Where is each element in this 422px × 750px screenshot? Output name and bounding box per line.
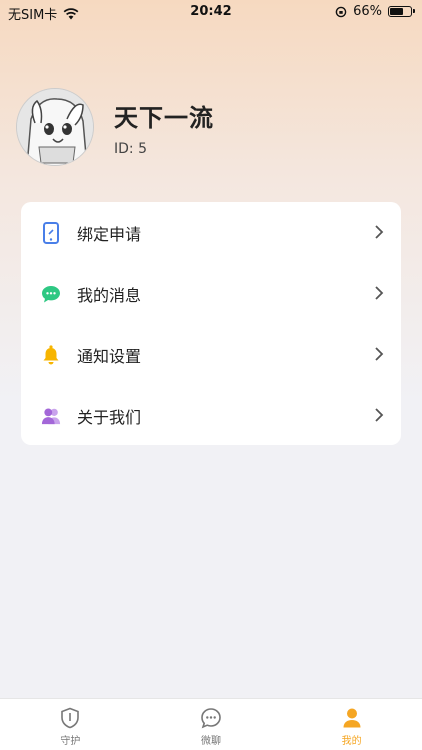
- status-bar: 无SIM卡 20:42 66%: [0, 0, 422, 24]
- bottom-tab-bar: 守护 微聊 我的: [0, 698, 422, 750]
- chat-icon: [201, 708, 221, 729]
- bell-icon: [41, 343, 61, 367]
- tab-label: 守护: [60, 736, 81, 747]
- tab-guard[interactable]: 守护: [0, 699, 141, 750]
- menu-label: 我的消息: [77, 285, 142, 305]
- status-right: 66%: [335, 4, 415, 19]
- menu-card: 绑定申请 我的消息 通知设置 关于我们: [21, 202, 401, 445]
- battery-icon: [388, 6, 415, 17]
- menu-item-about-us[interactable]: 关于我们: [21, 385, 401, 446]
- chevron-right-icon: [375, 408, 384, 422]
- tab-mine[interactable]: 我的: [281, 699, 422, 750]
- chevron-right-icon: [375, 347, 384, 361]
- users-icon: [41, 404, 61, 428]
- chat-bubble-icon: [41, 282, 61, 306]
- shield-icon: [61, 707, 80, 729]
- menu-label: 绑定申请: [77, 224, 142, 244]
- avatar[interactable]: [16, 88, 94, 166]
- profile-name: 天下一流: [114, 103, 214, 132]
- avatar-image: [17, 89, 93, 165]
- profile-text: 天下一流 ID: 5: [114, 98, 214, 157]
- battery-percent: 66%: [353, 4, 382, 19]
- chevron-right-icon: [375, 225, 384, 239]
- battery-fill: [390, 8, 403, 15]
- menu-item-bind-request[interactable]: 绑定申请: [21, 202, 401, 263]
- tab-label: 我的: [341, 736, 362, 747]
- menu-label: 通知设置: [77, 346, 142, 366]
- menu-label: 关于我们: [77, 407, 142, 427]
- chevron-right-icon: [375, 286, 384, 300]
- menu-item-my-messages[interactable]: 我的消息: [21, 263, 401, 324]
- person-icon: [343, 708, 361, 728]
- phone-link-icon: [41, 221, 61, 245]
- profile-id: ID: 5: [114, 140, 147, 157]
- tab-label: 微聊: [201, 736, 221, 747]
- tab-chat[interactable]: 微聊: [141, 699, 282, 750]
- menu-item-notification-settings[interactable]: 通知设置: [21, 324, 401, 385]
- rotation-lock-icon: [335, 6, 347, 17]
- profile-header: 天下一流 ID: 5: [16, 88, 214, 166]
